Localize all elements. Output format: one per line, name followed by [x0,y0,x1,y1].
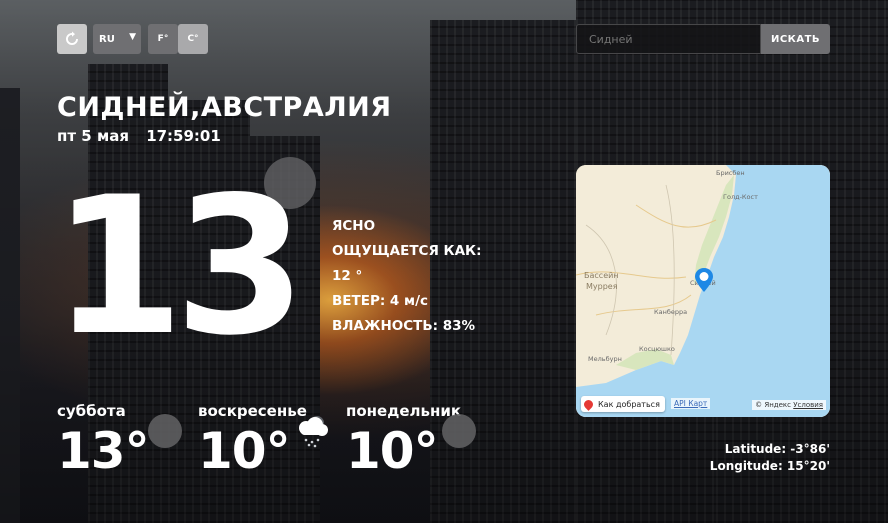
forecast-day-name: суббота [57,402,126,420]
map-label-murray-basin-2: Муррея [586,282,618,291]
forecast-day-name: воскресенье [198,402,307,420]
forecast-temp: 13° [57,422,150,480]
map-label-gold-coast: Голд-Кост [723,193,758,201]
city-title: СИДНЕЙ,АВСТРАЛИЯ [57,92,392,123]
map-label-melbourne: Мельбурн [588,355,622,363]
map-label-murray-basin: Бассейн [584,271,619,280]
copyright-text: © Яндекс [755,401,791,409]
map-copyright: © Яндекс Условия [752,400,826,410]
condition-text: ЯСНО [332,218,376,234]
route-button-label: Как добраться [598,399,660,409]
feels-like-label: ОЩУЩАЕТСЯ КАК: [332,243,482,259]
refresh-icon [66,31,78,45]
latitude-text: Latitude: -3°86' [724,442,830,456]
map-marker-icon[interactable] [694,267,714,293]
degree-symbol: ° [260,196,280,242]
rain-cloud-icon [299,416,328,448]
coordinates: Latitude: -3°86' Longitude: 15°20' [710,441,830,475]
chevron-down-icon: ▼ [129,32,136,42]
feels-like-value: 12 ° [332,268,363,284]
map-label-canberra: Канберра [654,308,688,316]
api-maps-link[interactable]: API Карт [671,398,711,409]
route-button[interactable]: Как добраться [581,396,665,412]
language-value: RU [99,33,115,45]
location-map[interactable]: Брисбен Голд-Кост Бассейн Муррея Сидней … [576,165,830,417]
date-time: пт 5 мая 17:59:01 [57,127,221,145]
search-button[interactable]: ИСКАТЬ [761,24,830,54]
forecast-day-1: суббота 13° [57,402,150,480]
search-input[interactable] [576,24,761,54]
terms-link[interactable]: Условия [793,401,823,409]
clear-icon [442,414,476,448]
refresh-button[interactable] [57,24,87,54]
wind-text: ВЕТЕР: 4 м/с [332,293,428,309]
date-text: пт 5 мая [57,127,129,145]
route-pin-icon [582,397,595,411]
map-label-kosciuszko: Косцюшко [639,345,675,353]
longitude-text: Longitude: 15°20' [709,459,830,473]
map-label-brisbane: Брисбен [716,169,745,177]
weather-details: ЯСНО ОЩУЩАЕТСЯ КАК: 12 ° ВЕТЕР: 4 м/с ВЛ… [332,214,481,339]
time-text: 17:59:01 [146,127,221,145]
fahrenheit-button[interactable]: F° [148,24,178,54]
clear-icon [148,414,182,448]
language-select[interactable]: RU ▼ [93,24,141,54]
forecast-day-name: понедельник [346,402,462,420]
forecast-day-2: воскресенье 10° [198,402,307,476]
forecast-temp: 10° [198,422,291,480]
humidity-text: ВЛАЖНОСТЬ: 83% [332,318,476,334]
celsius-button[interactable]: C° [178,24,208,54]
